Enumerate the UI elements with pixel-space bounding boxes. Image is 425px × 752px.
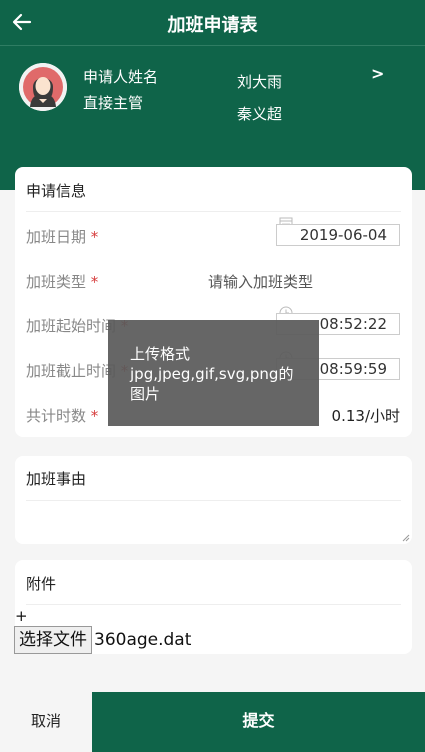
reason-textarea[interactable]: [26, 502, 401, 542]
date-label-text: 加班日期: [26, 228, 87, 246]
section-title-application: 申请信息: [26, 182, 87, 200]
applicant-name-value: 刘大雨: [237, 73, 283, 91]
page-title: 加班申请表: [167, 15, 258, 36]
section-title-reason: 加班事由: [26, 470, 87, 488]
upload-format-tooltip: 上传格式 jpg,jpeg,gif,svg,png的 图片: [108, 320, 319, 426]
file-name: 360age.dat: [94, 630, 192, 650]
manager-value: 秦义超: [237, 105, 283, 123]
choose-file-button[interactable]: 选择文件: [14, 626, 92, 654]
total-hours-label-text: 共计时数: [26, 407, 87, 425]
cancel-button[interactable]: 取消: [0, 692, 92, 752]
tooltip-line: jpg,jpeg,gif,svg,png的: [130, 365, 294, 383]
total-hours-label: 共计时数 *: [26, 405, 98, 426]
divider: [26, 211, 401, 212]
type-label: 加班类型 *: [26, 271, 98, 292]
required-mark: *: [90, 228, 99, 246]
resize-handle-icon[interactable]: [402, 534, 410, 542]
tooltip-line: 上传格式: [130, 345, 191, 363]
applicant-name-label: 申请人姓名: [83, 68, 159, 86]
manager-label: 直接主管: [83, 94, 144, 112]
chevron-right-icon[interactable]: >: [371, 64, 384, 83]
divider: [26, 500, 401, 501]
type-label-text: 加班类型: [26, 273, 87, 291]
header-banner: 加班申请表 申请人姓名 直接主管 刘大雨 秦义超 >: [0, 0, 425, 190]
required-mark: *: [90, 407, 99, 425]
reason-card: 加班事由: [15, 456, 412, 544]
divider: [26, 604, 401, 605]
section-title-attachment: 附件: [26, 575, 57, 593]
top-bar: 加班申请表: [0, 0, 425, 46]
date-input[interactable]: 2019-06-04: [276, 224, 400, 246]
file-input: 选择文件 360age.dat: [14, 626, 191, 654]
date-label: 加班日期 *: [26, 226, 98, 247]
footer-bar: 取消 提交: [0, 692, 425, 752]
submit-button[interactable]: 提交: [92, 692, 425, 752]
avatar: [19, 63, 67, 111]
start-time-label-text: 加班起始时间: [26, 317, 117, 335]
total-hours-value: 0.13/小时: [331, 407, 400, 425]
required-mark: *: [90, 273, 99, 291]
end-time-label-text: 加班截止时间: [26, 362, 117, 380]
overtime-type-input[interactable]: 请输入加班类型: [208, 271, 313, 292]
add-attachment-icon[interactable]: +: [15, 607, 28, 625]
tooltip-line: 图片: [130, 385, 161, 403]
